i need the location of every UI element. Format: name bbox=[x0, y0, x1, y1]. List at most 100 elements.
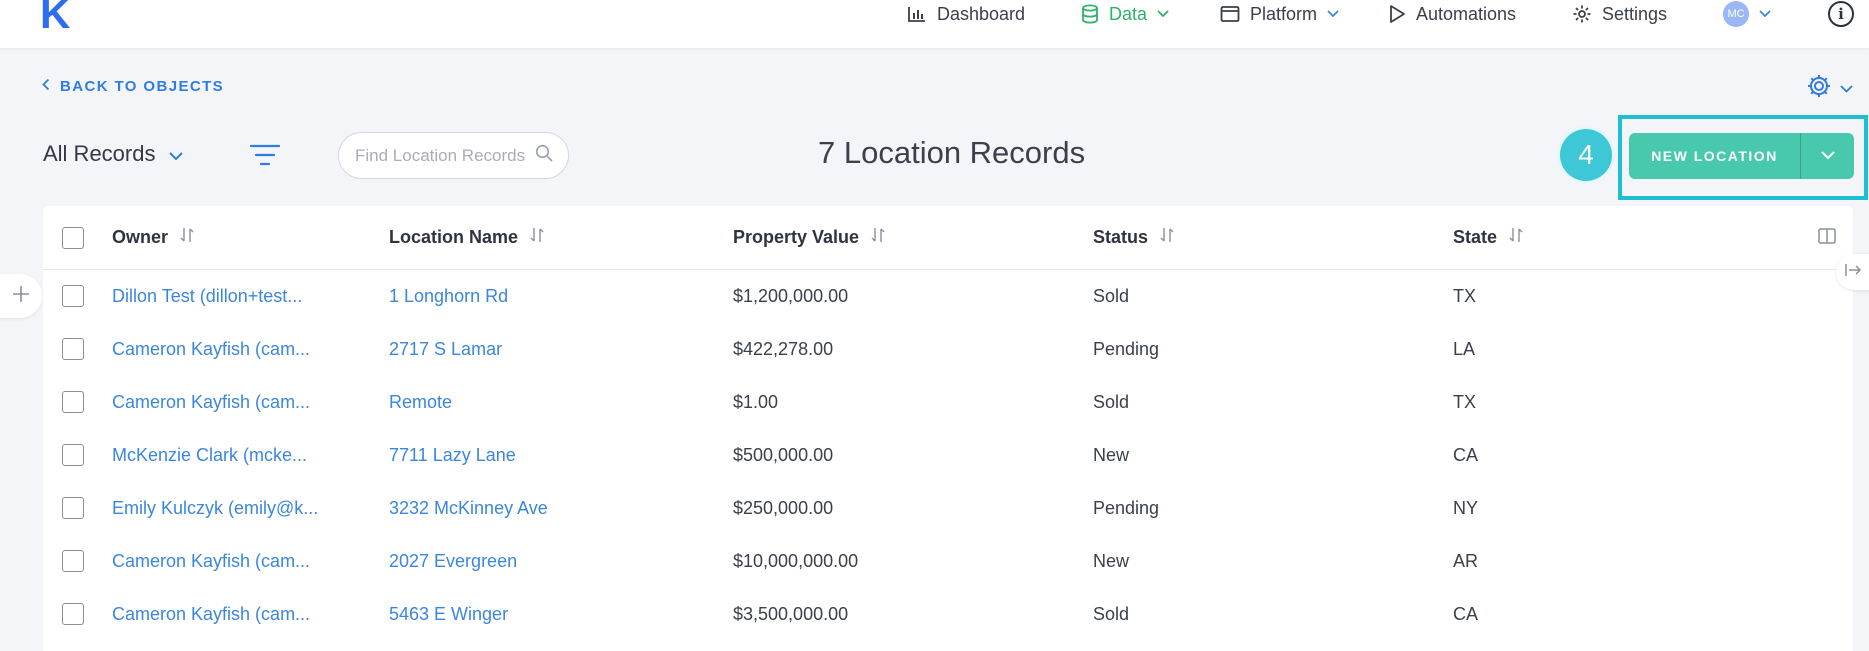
chevron-down-icon bbox=[1840, 80, 1853, 98]
owner-link[interactable]: Cameron Kayfish (cam... bbox=[112, 376, 310, 429]
nav-dashboard[interactable]: Dashboard bbox=[907, 0, 1025, 28]
state-value: LA bbox=[1453, 339, 1476, 359]
sort-icon bbox=[1160, 227, 1174, 248]
row-checkbox[interactable] bbox=[62, 603, 84, 625]
search-field[interactable] bbox=[338, 132, 569, 179]
location-name-link[interactable]: 5463 E Winger bbox=[389, 588, 508, 641]
property-value: $250,000.00 bbox=[733, 498, 834, 518]
property-value: $1.00 bbox=[733, 392, 779, 412]
status-value: Sold bbox=[1093, 604, 1130, 624]
column-header-property-value[interactable]: Property Value bbox=[733, 206, 885, 269]
column-header-state[interactable]: State bbox=[1453, 206, 1523, 269]
info-icon[interactable]: i bbox=[1828, 1, 1854, 27]
column-header-status[interactable]: Status bbox=[1093, 206, 1174, 269]
side-panel-toggle[interactable] bbox=[1836, 254, 1869, 290]
owner-link[interactable]: Cameron Kayfish (cam... bbox=[112, 588, 310, 641]
filter-icon[interactable] bbox=[249, 144, 281, 171]
location-name-link[interactable]: 7711 Lazy Lane bbox=[389, 429, 516, 482]
status-value: Pending bbox=[1093, 339, 1160, 359]
back-link-label: BACK TO OBJECTS bbox=[60, 78, 225, 95]
new-location-options-button[interactable] bbox=[1800, 133, 1854, 179]
chevron-down-icon bbox=[169, 141, 184, 167]
state-value: TX bbox=[1453, 286, 1477, 306]
nav-data[interactable]: Data bbox=[1081, 0, 1169, 28]
owner-link[interactable]: McKenzie Clark (mcke... bbox=[112, 429, 307, 482]
search-input[interactable] bbox=[355, 145, 535, 166]
back-to-objects-link[interactable]: BACK TO OBJECTS bbox=[42, 78, 224, 95]
owner-link[interactable]: Cameron Kayfish (cam... bbox=[112, 323, 310, 376]
app-logo[interactable]: K bbox=[40, 0, 70, 35]
table-row[interactable]: Cameron Kayfish (cam... 2027 Evergreen $… bbox=[43, 535, 1853, 588]
state-value: NY bbox=[1453, 498, 1479, 518]
column-header-owner[interactable]: Owner bbox=[112, 206, 194, 269]
records-view-label: All Records bbox=[43, 141, 156, 166]
chevron-left-icon bbox=[42, 78, 50, 95]
property-value: $422,278.00 bbox=[733, 339, 834, 359]
records-view-dropdown[interactable]: All Records bbox=[43, 141, 184, 167]
sort-icon bbox=[180, 227, 194, 248]
columns-icon[interactable] bbox=[1818, 228, 1836, 249]
table-row[interactable]: Cameron Kayfish (cam... Remote $1.00 Sol… bbox=[43, 376, 1853, 429]
nav-automations[interactable]: Automations bbox=[1388, 0, 1516, 28]
new-location-label[interactable]: NEW LOCATION bbox=[1629, 133, 1800, 179]
row-checkbox[interactable] bbox=[62, 550, 84, 572]
database-icon bbox=[1081, 4, 1099, 24]
gear-icon bbox=[1572, 4, 1592, 24]
nav-platform[interactable]: Platform bbox=[1220, 0, 1339, 28]
table-row[interactable]: McKenzie Clark (mcke... 7711 Lazy Lane $… bbox=[43, 429, 1853, 482]
status-value: Pending bbox=[1093, 498, 1160, 518]
row-checkbox[interactable] bbox=[62, 338, 84, 360]
search-icon[interactable] bbox=[535, 144, 553, 167]
state-value: AR bbox=[1453, 551, 1479, 571]
location-name-link[interactable]: Remote bbox=[389, 376, 452, 429]
column-location-label: Location Name bbox=[389, 227, 519, 247]
location-name-link[interactable]: 2717 S Lamar bbox=[389, 323, 502, 376]
sort-icon bbox=[1509, 227, 1523, 248]
property-value: $3,500,000.00 bbox=[733, 604, 849, 624]
collapse-icon bbox=[1844, 263, 1862, 282]
chevron-down-icon bbox=[1157, 10, 1169, 18]
column-value-label: Property Value bbox=[733, 227, 860, 247]
row-checkbox[interactable] bbox=[62, 444, 84, 466]
table-row[interactable]: Dillon Test (dillon+test... 1 Longhorn R… bbox=[43, 270, 1853, 323]
column-state-label: State bbox=[1453, 227, 1498, 247]
page-title: 7 Location Records bbox=[818, 135, 1086, 170]
nav-dashboard-label: Dashboard bbox=[937, 3, 1026, 24]
state-value: TX bbox=[1453, 392, 1477, 412]
add-record-button[interactable] bbox=[0, 274, 42, 318]
location-name-link[interactable]: 1 Longhorn Rd bbox=[389, 270, 508, 323]
select-all-checkbox[interactable] bbox=[62, 227, 84, 249]
table-row[interactable]: Emily Kulczyk (emily@k... 3232 McKinney … bbox=[43, 482, 1853, 535]
chevron-down-icon bbox=[1820, 147, 1835, 165]
status-value: Sold bbox=[1093, 286, 1130, 306]
column-header-location-name[interactable]: Location Name bbox=[389, 206, 544, 269]
user-menu[interactable]: MC bbox=[1723, 0, 1771, 28]
status-value: New bbox=[1093, 551, 1130, 571]
row-checkbox[interactable] bbox=[62, 285, 84, 307]
top-navigation: K Dashboard Data Platform Automations Se… bbox=[0, 0, 1869, 48]
sort-icon bbox=[530, 227, 544, 248]
new-location-button[interactable]: NEW LOCATION bbox=[1629, 133, 1854, 179]
row-checkbox[interactable] bbox=[62, 391, 84, 413]
row-checkbox[interactable] bbox=[62, 497, 84, 519]
location-name-link[interactable]: 2027 Evergreen bbox=[389, 535, 517, 588]
status-value: Sold bbox=[1093, 392, 1130, 412]
step-badge: 4 bbox=[1560, 129, 1612, 181]
avatar: MC bbox=[1723, 1, 1749, 27]
table-row[interactable]: Cameron Kayfish (cam... 5463 E Winger $3… bbox=[43, 588, 1853, 641]
chart-icon bbox=[907, 5, 927, 23]
gear-icon bbox=[1806, 73, 1832, 104]
nav-data-label: Data bbox=[1109, 3, 1148, 24]
sort-icon bbox=[871, 227, 885, 248]
owner-link[interactable]: Emily Kulczyk (emily@k... bbox=[112, 482, 318, 535]
property-value: $500,000.00 bbox=[733, 445, 834, 465]
table-header: Owner Location Name Property Value Statu… bbox=[43, 206, 1853, 270]
owner-link[interactable]: Dillon Test (dillon+test... bbox=[112, 270, 302, 323]
location-name-link[interactable]: 3232 McKinney Ave bbox=[389, 482, 548, 535]
nav-settings[interactable]: Settings bbox=[1572, 0, 1667, 28]
nav-platform-label: Platform bbox=[1250, 3, 1318, 24]
owner-link[interactable]: Cameron Kayfish (cam... bbox=[112, 535, 310, 588]
nav-automations-label: Automations bbox=[1416, 3, 1517, 24]
table-row[interactable]: Cameron Kayfish (cam... 2717 S Lamar $42… bbox=[43, 323, 1853, 376]
page-settings-menu[interactable] bbox=[1806, 73, 1853, 104]
